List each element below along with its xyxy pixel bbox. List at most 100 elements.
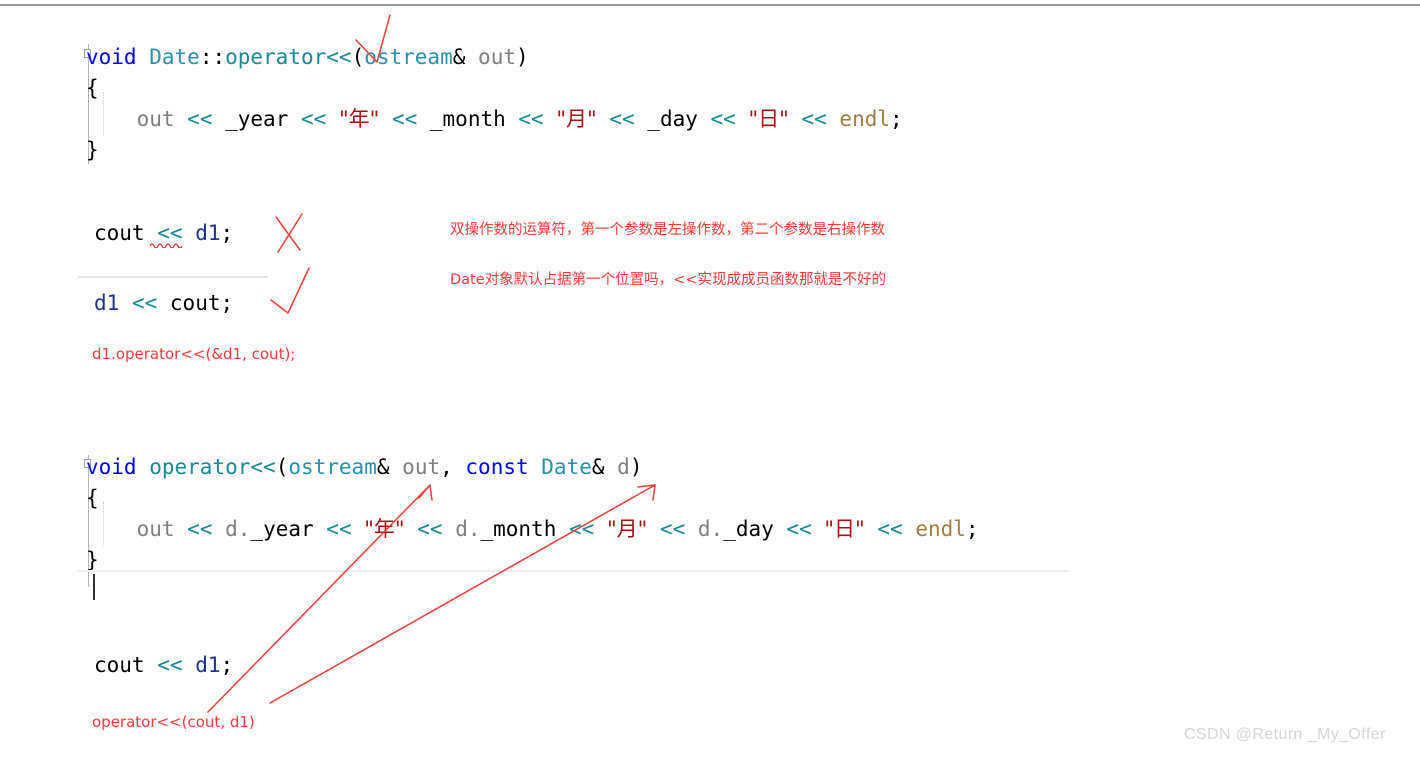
code-token: d1 [195,221,221,245]
code-token: ( [275,455,289,479]
code-token: ostream [364,45,453,69]
separator-rule-1 [78,276,268,278]
code-block-member-operator[interactable]: void Date::operator<<(ostream& out){ out… [86,42,903,166]
window-top-divider [0,4,1420,6]
text-caret [93,574,95,600]
code-token: _month [480,517,557,541]
code-token: ; [965,517,979,541]
code-token: out [478,45,516,69]
code-token: << [877,517,903,541]
code-token: void [86,45,137,69]
code-token: & [591,455,605,479]
error-squiggle-underline [150,242,183,248]
code-token: << [326,45,352,69]
code-token: << [131,291,158,315]
editor-canvas: void Date::operator<<(ostream& out){ out… [0,0,1420,757]
code-token: out [136,107,175,131]
code-token: ostream [288,455,377,479]
code-token: << [326,517,352,541]
code-token: << [391,107,418,131]
code-token: d1 [195,653,221,677]
code-token: endl [839,107,890,131]
separator-rule-2 [78,570,1070,572]
code-token: "日" [748,107,789,131]
code-block-global-operator[interactable]: void operator<<(ostream& out, const Date… [86,452,979,576]
code-token: _day [723,517,774,541]
code-token: ; [220,221,234,245]
code-token: "年" [338,107,380,131]
code-token: void [86,455,137,479]
code-token: << [518,107,544,131]
statement-d1-shift-cout[interactable]: d1 << cout; [94,288,233,318]
code-token: cout [169,291,221,315]
code-token: const [465,455,529,479]
code-token: , [440,455,466,479]
code-token: _year [250,517,314,541]
code-token: _month [429,107,506,131]
code-token: ) [515,45,529,69]
code-token: << [187,517,213,541]
code-line: void Date::operator<<(ostream& out) [86,42,903,73]
code-token: & [376,455,390,479]
code-token: << [659,517,686,541]
code-token: ( [351,45,365,69]
code-line: } [86,135,903,166]
statement-cout-shift-d1-bottom[interactable]: cout << d1; [94,650,233,680]
code-line: { [86,73,903,104]
code-token: << [710,107,736,131]
code-token: operator [225,45,327,69]
annotation-chinese-line-1: 双操作数的运算符，第一个参数是左操作数，第二个参数是右操作数 [450,222,885,238]
annotation-member-call: d1.operator<<(&d1, cout); [92,345,296,363]
csdn-watermark: CSDN @Return _My_Offer [1184,726,1386,743]
code-token: << [250,455,276,479]
code-token: ; [220,653,234,677]
code-token: d1 [94,291,120,315]
code-token: "年" [364,517,405,541]
code-token: << [301,107,327,131]
code-token: d. [225,517,251,541]
code-line: { [86,483,979,514]
code-token: << [609,107,635,131]
code-token: & [452,45,466,69]
code-token: } [86,138,99,162]
code-token: cout [94,221,145,245]
code-token: _year [225,107,289,131]
code-line: void operator<<(ostream& out, const Date… [86,452,979,483]
code-token: } [86,548,99,572]
